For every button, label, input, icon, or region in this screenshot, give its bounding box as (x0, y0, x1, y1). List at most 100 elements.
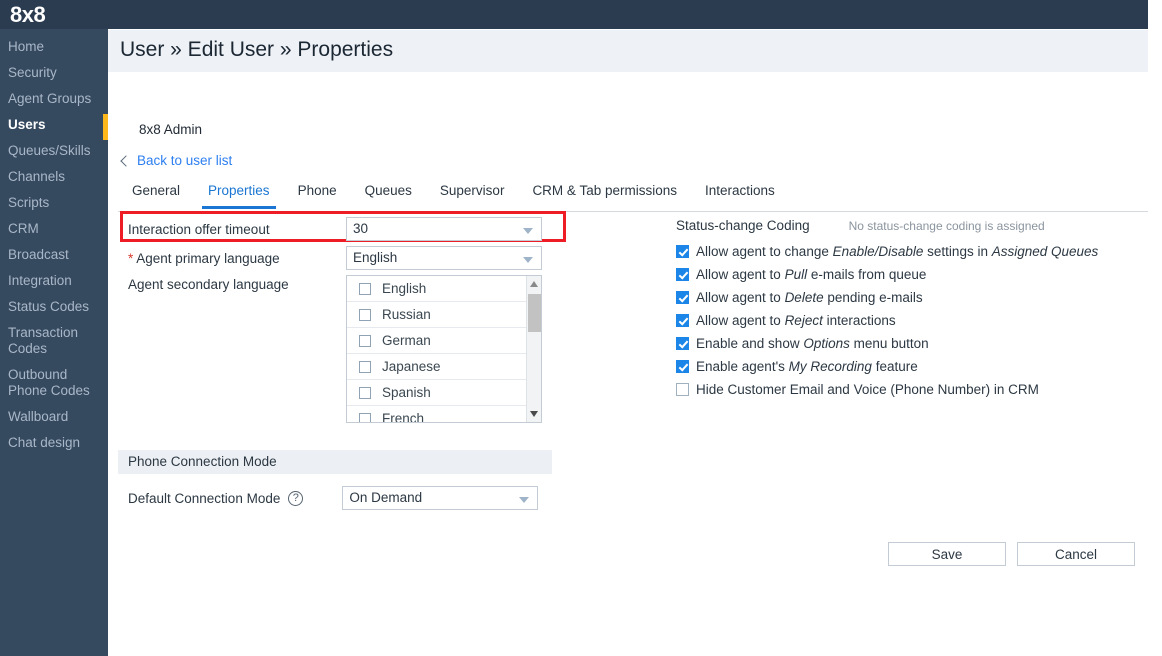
language-option[interactable]: German (347, 328, 541, 354)
agent-secondary-language-row: Agent secondary language English Russian G… (118, 275, 558, 423)
default-connection-mode-select[interactable]: On Demand (342, 486, 538, 510)
sidebar-item-broadcast[interactable]: Broadcast (0, 242, 108, 268)
language-option[interactable]: Russian (347, 302, 541, 328)
default-connection-mode-value: On Demand (349, 490, 422, 505)
language-option-label: Russian (382, 307, 431, 322)
app-logo[interactable]: 8x8 (10, 1, 45, 28)
checkbox-icon[interactable] (359, 413, 371, 424)
checkbox-icon[interactable] (359, 309, 371, 321)
language-option[interactable]: Spanish (347, 380, 541, 406)
permission-row[interactable]: Allow agent to Delete pending e-mails (676, 286, 1146, 309)
sidebar-item-scripts[interactable]: Scripts (0, 190, 108, 216)
language-option-label: French (382, 411, 424, 423)
properties-left-column: Interaction offer timeout 30 * Agent pri… (118, 216, 558, 423)
phone-connection-mode-title: Phone Connection Mode (118, 450, 552, 474)
permission-label: Allow agent to Pull e-mails from queue (696, 267, 926, 282)
sidebar-item-users[interactable]: Users (0, 112, 108, 138)
agent-primary-language-row: * Agent primary language English (118, 245, 558, 271)
tab-supervisor[interactable]: Supervisor (426, 182, 519, 208)
sidebar-item-wallboard[interactable]: Wallboard (0, 404, 108, 430)
permission-row[interactable]: Hide Customer Email and Voice (Phone Num… (676, 378, 1146, 401)
phone-connection-mode-section: Phone Connection Mode Default Connection… (118, 450, 558, 510)
permission-label: Enable and show Options menu button (696, 336, 929, 351)
checkbox-checked-icon[interactable] (676, 291, 689, 304)
interaction-offer-timeout-value: 30 (353, 221, 368, 236)
agent-secondary-language-label: Agent secondary language (118, 275, 346, 295)
default-connection-mode-row: Default Connection Mode ? On Demand (118, 486, 558, 510)
interaction-offer-timeout-label: Interaction offer timeout (118, 222, 346, 237)
scroll-down-arrow-icon[interactable] (530, 411, 538, 417)
chevron-down-icon (519, 497, 529, 503)
main-content: 8x8 Admin Back to user list GeneralPrope… (108, 72, 1162, 656)
sidebar-item-queues-skills[interactable]: Queues/Skills (0, 138, 108, 164)
permission-row[interactable]: Allow agent to Reject interactions (676, 309, 1146, 332)
back-to-user-list-link[interactable]: Back to user list (118, 153, 232, 168)
agent-primary-language-value: English (353, 250, 397, 265)
page-header-bar: User » Edit User » Properties (108, 30, 1148, 72)
back-link-label: Back to user list (137, 153, 232, 168)
agent-primary-language-label: * Agent primary language (118, 251, 346, 266)
sidebar-item-chat-design[interactable]: Chat design (0, 430, 108, 456)
permission-row[interactable]: Allow agent to change Enable/Disable set… (676, 240, 1146, 263)
tab-general[interactable]: General (118, 182, 194, 208)
sidebar-item-security[interactable]: Security (0, 60, 108, 86)
language-option-label: German (382, 333, 431, 348)
help-icon[interactable]: ? (288, 491, 303, 506)
scroll-up-arrow-icon[interactable] (530, 281, 538, 287)
checkbox-icon[interactable] (359, 283, 371, 295)
sidebar-item-crm[interactable]: CRM (0, 216, 108, 242)
sidebar-item-home[interactable]: Home (0, 34, 108, 60)
checkbox-checked-icon[interactable] (676, 337, 689, 350)
tab-interactions[interactable]: Interactions (691, 182, 789, 208)
language-option[interactable]: Japanese (347, 354, 541, 380)
cancel-button[interactable]: Cancel (1017, 542, 1135, 566)
checkbox-checked-icon[interactable] (676, 360, 689, 373)
interaction-offer-timeout-select[interactable]: 30 (346, 217, 542, 241)
language-option-label: Spanish (382, 385, 431, 400)
chevron-down-icon (523, 257, 533, 263)
agent-secondary-language-list[interactable]: English Russian German Japanese Spanish Frenc… (346, 275, 542, 423)
save-button[interactable]: Save (888, 542, 1006, 566)
scrollbar-thumb[interactable] (528, 294, 541, 332)
form-action-buttons: Save Cancel (888, 542, 1135, 566)
agent-primary-language-select[interactable]: English (346, 246, 542, 270)
status-change-coding-row: Status-change Coding No status-change co… (676, 218, 1146, 240)
agent-primary-language-label-text: Agent primary language (136, 251, 279, 266)
tab-queues[interactable]: Queues (351, 182, 426, 208)
tab-phone[interactable]: Phone (284, 182, 351, 208)
language-option-label: English (382, 281, 426, 296)
sidebar-item-channels[interactable]: Channels (0, 164, 108, 190)
tab-properties[interactable]: Properties (194, 182, 284, 208)
checkbox-icon[interactable] (359, 387, 371, 399)
tab-crm-tab-permissions[interactable]: CRM & Tab permissions (518, 182, 691, 208)
chevron-left-icon (120, 155, 131, 166)
checkbox-unchecked-icon[interactable] (676, 383, 689, 396)
tab-bar: GeneralPropertiesPhoneQueuesSupervisorCR… (118, 182, 1148, 212)
status-change-coding-label: Status-change Coding (676, 218, 810, 233)
sidebar-item-integration[interactable]: Integration (0, 268, 108, 294)
language-list-scrollbar[interactable] (526, 276, 541, 422)
permission-label: Hide Customer Email and Voice (Phone Num… (696, 382, 1039, 397)
language-option-container: English Russian German Japanese Spanish Frenc… (347, 276, 541, 423)
checkbox-checked-icon[interactable] (676, 268, 689, 281)
sidebar-item-transaction-codes[interactable]: Transaction Codes (0, 320, 108, 362)
properties-right-column: Status-change Coding No status-change co… (676, 218, 1146, 401)
checkbox-checked-icon[interactable] (676, 314, 689, 327)
sidebar-item-status-codes[interactable]: Status Codes (0, 294, 108, 320)
permission-row[interactable]: Enable and show Options menu button (676, 332, 1146, 355)
status-change-coding-value: No status-change coding is assigned (849, 219, 1045, 233)
permission-row[interactable]: Enable agent's My Recording feature (676, 355, 1146, 378)
page-title: User » Edit User » Properties (120, 38, 393, 62)
language-option[interactable]: French (347, 406, 541, 423)
permissions-checkbox-list: Allow agent to change Enable/Disable set… (676, 240, 1146, 401)
sidebar-item-agent-groups[interactable]: Agent Groups (0, 86, 108, 112)
checkbox-icon[interactable] (359, 335, 371, 347)
checkbox-checked-icon[interactable] (676, 245, 689, 258)
checkbox-icon[interactable] (359, 361, 371, 373)
account-name: 8x8 Admin (139, 122, 202, 137)
sidebar-item-outbound-phone-codes[interactable]: Outbound Phone Codes (0, 362, 108, 404)
permission-label: Allow agent to Delete pending e-mails (696, 290, 923, 305)
interaction-offer-timeout-row: Interaction offer timeout 30 (118, 216, 558, 242)
permission-row[interactable]: Allow agent to Pull e-mails from queue (676, 263, 1146, 286)
language-option[interactable]: English (347, 276, 541, 302)
